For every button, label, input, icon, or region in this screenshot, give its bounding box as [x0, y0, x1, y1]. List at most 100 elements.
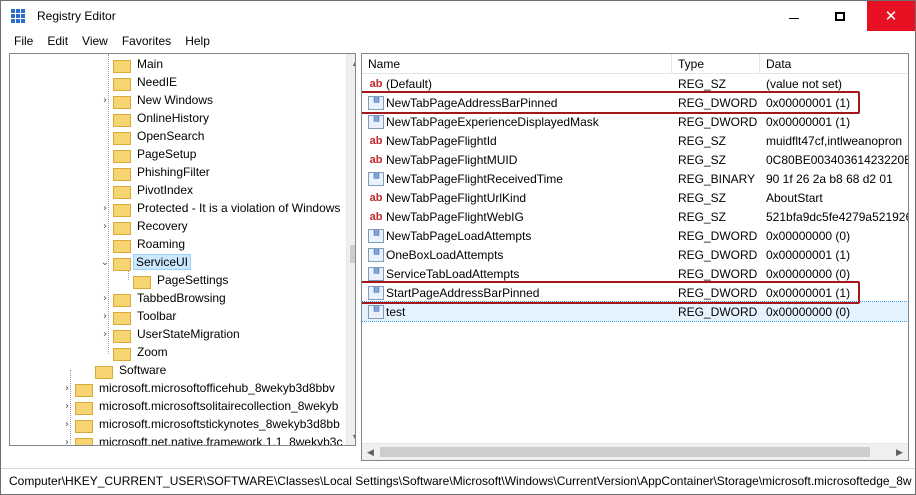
- value-name: ServiceTabLoadAttempts: [386, 266, 520, 281]
- tree-item-label: PhishingFilter: [137, 165, 210, 179]
- value-name: NewTabPageFlightMUID: [386, 152, 518, 167]
- menu-bar: File Edit View Favorites Help: [1, 31, 915, 51]
- tree-item[interactable]: › UserStateMigration: [100, 325, 244, 343]
- value-row[interactable]: ab NewTabPageFlightUrlKind REG_SZ AboutStar…: [362, 188, 908, 207]
- menu-view[interactable]: View: [75, 34, 115, 48]
- tree-item[interactable]: PageSetup: [100, 145, 200, 163]
- folder-icon: [113, 202, 131, 217]
- tree-item[interactable]: › microsoft.microsoftsolitairecollection_…: [62, 397, 342, 415]
- tree-item[interactable]: OpenSearch: [100, 127, 208, 145]
- tree-item-label: Software: [119, 363, 167, 377]
- value-name: (Default): [386, 76, 433, 91]
- list-header: Name Type Data: [362, 54, 908, 74]
- minimize-button[interactable]: [771, 1, 817, 31]
- scroll-left-arrow-icon[interactable]: ◀: [362, 444, 379, 460]
- column-header-type[interactable]: Type: [672, 54, 760, 74]
- string-value-icon: ab: [369, 134, 383, 147]
- value-data: 90 1f 26 2a b8 68 d2 01: [766, 171, 893, 186]
- value-data: (value not set): [766, 76, 843, 91]
- tree-item[interactable]: Main: [100, 55, 167, 73]
- close-button[interactable]: ✕: [867, 1, 915, 31]
- tree-item-label: microsoft.microsoftofficehub_8wekyb3d8bb…: [99, 381, 335, 395]
- maximize-icon: [835, 11, 845, 21]
- folder-icon: [133, 274, 151, 289]
- registry-values-list[interactable]: Name Type Data ab (Default) REG_SZ (value n…: [361, 53, 909, 461]
- list-scrollbar-thumb[interactable]: [380, 447, 870, 457]
- scroll-down-arrow-icon[interactable]: ▼: [347, 428, 355, 445]
- folder-icon: [75, 418, 93, 433]
- tree-item[interactable]: OnlineHistory: [100, 109, 213, 127]
- tree-item[interactable]: PhishingFilter: [100, 163, 214, 181]
- scroll-right-arrow-icon[interactable]: ▶: [891, 444, 908, 460]
- tree-item[interactable]: › TabbedBrowsing: [100, 289, 230, 307]
- tree-item[interactable]: › microsoft.microsoftstickynotes_8wekyb3d…: [62, 415, 344, 433]
- value-type: REG_DWORD: [678, 228, 758, 243]
- tree-item[interactable]: ⌄ ServiceUI: [100, 253, 192, 271]
- expand-arrow-icon[interactable]: ›: [100, 221, 110, 232]
- registry-key-tree[interactable]: Main NeedIE › New Windows OnlineHistory OpenS…: [9, 53, 356, 446]
- expand-arrow-icon[interactable]: ›: [100, 293, 110, 304]
- value-name-cell: ab NewTabPageFlightMUID: [362, 153, 672, 167]
- tree-item[interactable]: Zoom: [100, 343, 172, 361]
- tree-item[interactable]: › microsoft.microsoftofficehub_8wekyb3d8b…: [62, 379, 339, 397]
- tree-vertical-scrollbar[interactable]: ▲ ▼: [346, 54, 355, 445]
- menu-help[interactable]: Help: [178, 34, 217, 48]
- value-row[interactable]: ab NewTabPageFlightMUID REG_SZ 0C80BE003403…: [362, 150, 908, 169]
- value-data: 0x00000000 (0): [766, 266, 851, 281]
- expand-arrow-icon[interactable]: ›: [62, 383, 72, 394]
- value-row[interactable]: ab NewTabPageFlightId REG_SZ muidflt47cf,in…: [362, 131, 908, 150]
- tree-item[interactable]: NeedIE: [100, 73, 181, 91]
- registry-editor-app-icon: [11, 9, 27, 23]
- scroll-up-arrow-icon[interactable]: ▲: [347, 54, 355, 71]
- string-value-icon: ab: [369, 153, 383, 166]
- folder-icon: [113, 328, 131, 343]
- value-row[interactable]: ▤ OneBoxLoadAttempts REG_DWORD 0x00000001 (…: [362, 245, 908, 264]
- column-header-data[interactable]: Data: [760, 54, 908, 74]
- binary-value-icon: ▤: [368, 266, 384, 281]
- tree-item-label: NeedIE: [137, 75, 178, 89]
- tree-item[interactable]: PageSettings: [120, 271, 232, 289]
- folder-icon: [75, 436, 93, 445]
- tree-item[interactable]: › Recovery: [100, 217, 192, 235]
- collapse-arrow-icon[interactable]: ⌄: [100, 257, 110, 268]
- value-row[interactable]: ab NewTabPageFlightWebIG REG_SZ 521bfa9dc5f…: [362, 207, 908, 226]
- tree-item[interactable]: › New Windows: [100, 91, 217, 109]
- value-type: REG_DWORD: [678, 266, 758, 281]
- expand-arrow-icon[interactable]: ›: [100, 203, 110, 214]
- expand-arrow-icon[interactable]: ›: [62, 437, 72, 446]
- list-horizontal-scrollbar[interactable]: ◀ ▶: [362, 443, 908, 460]
- tree-item-label: Protected - It is a violation of Windows: [137, 201, 341, 215]
- expand-arrow-icon[interactable]: ›: [100, 311, 110, 322]
- value-row[interactable]: ▤ NewTabPageExperienceDisplayedMask REG_DW…: [362, 112, 908, 131]
- column-header-name[interactable]: Name: [362, 54, 672, 74]
- tree-item[interactable]: › microsoft.net.native.framework.1.1_8wek…: [62, 433, 346, 446]
- tree-item[interactable]: Roaming: [100, 235, 189, 253]
- value-name: NewTabPageFlightWebIG: [386, 209, 524, 224]
- value-name-cell: ab NewTabPageFlightUrlKind: [362, 191, 672, 205]
- tree-item[interactable]: › Toolbar: [100, 307, 180, 325]
- menu-file[interactable]: File: [7, 34, 40, 48]
- maximize-button[interactable]: [817, 1, 863, 31]
- tree-item[interactable]: › Protected - It is a violation of Window…: [100, 199, 344, 217]
- expand-arrow-icon[interactable]: ›: [100, 95, 110, 106]
- title-bar[interactable]: Registry Editor ✕: [1, 1, 915, 31]
- expand-arrow-icon[interactable]: ›: [100, 329, 110, 340]
- expand-arrow-icon[interactable]: ›: [62, 401, 72, 412]
- expand-arrow-icon[interactable]: ›: [62, 419, 72, 430]
- value-row[interactable]: ▤ NewTabPageFlightReceivedTime REG_BINARY 9…: [362, 169, 908, 188]
- value-data: 0x00000001 (1): [766, 114, 851, 129]
- menu-favorites[interactable]: Favorites: [115, 34, 178, 48]
- tree-item-label: New Windows: [137, 93, 214, 107]
- tree-item[interactable]: PivotIndex: [100, 181, 197, 199]
- value-row[interactable]: ▤ NewTabPageLoadAttempts REG_DWORD 0x000000…: [362, 226, 908, 245]
- value-data: 0C80BE00340361423220B40: [766, 152, 908, 167]
- value-name-cell: ▤ OneBoxLoadAttempts: [362, 247, 672, 262]
- value-type: REG_BINARY: [678, 171, 756, 186]
- value-row[interactable]: ▤ test REG_DWORD 0x00000000 (0): [362, 301, 908, 322]
- tree-item-label: TabbedBrowsing: [137, 291, 226, 305]
- tree-item[interactable]: Software: [82, 361, 170, 379]
- value-name: OneBoxLoadAttempts: [386, 247, 504, 262]
- menu-edit[interactable]: Edit: [40, 34, 75, 48]
- folder-icon: [113, 346, 131, 361]
- folder-icon: [113, 112, 131, 127]
